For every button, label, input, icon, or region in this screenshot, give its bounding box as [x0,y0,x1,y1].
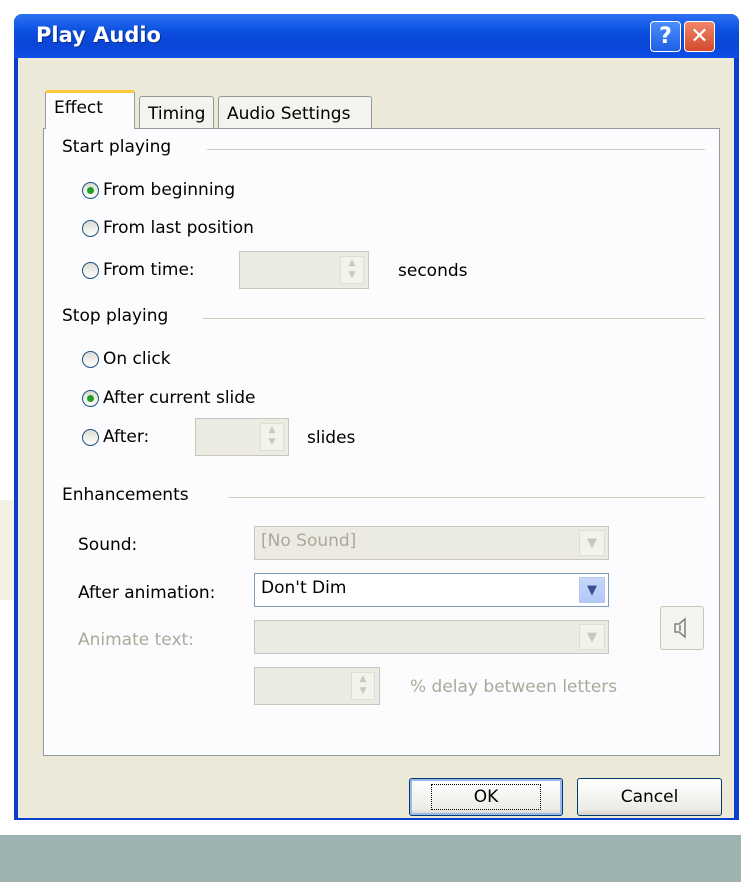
after-animation-value: Don't Dim [261,578,347,598]
chevron-down-icon[interactable]: ▼ [579,624,605,650]
ok-label: OK [430,784,542,810]
radio-label: After current slide [103,388,256,408]
sound-label: Sound: [78,535,138,555]
divider [228,497,705,498]
stop-playing-heading: Stop playing [62,306,169,326]
close-icon[interactable]: ✕ [684,21,715,52]
start-playing-heading: Start playing [62,137,172,157]
after-animation-dropdown[interactable]: Don't Dim ▼ [254,573,609,607]
sound-value: [No Sound] [261,531,357,551]
dialog-client-area: Timing Audio Settings Effect Start playi… [18,58,734,818]
tab-label: Timing [148,104,206,124]
radio-icon [82,350,99,368]
divider [207,149,705,150]
speaker-button[interactable] [660,606,704,650]
cancel-label: Cancel [620,787,679,807]
dialog-title: Play Audio [36,23,161,47]
speaker-icon [674,617,686,639]
radio-from-last-position[interactable]: From last position [82,218,254,238]
divider [203,318,705,319]
background-status-bar [0,835,741,882]
sound-dropdown[interactable]: [No Sound] ▼ [254,526,609,560]
spinner-arrows-icon[interactable]: ▲ ▼ [340,256,364,284]
slides-label: slides [307,428,356,448]
ok-button[interactable]: OK [409,778,563,816]
radio-selected-icon [82,181,99,199]
radio-label: From time: [103,260,195,280]
radio-from-beginning[interactable]: From beginning [82,180,235,200]
radio-icon [82,428,99,446]
tab-timing[interactable]: Timing [139,96,214,130]
effect-tab-panel: Start playing From beginning From last p… [43,128,720,756]
tab-audio-settings[interactable]: Audio Settings [218,96,372,130]
help-icon[interactable]: ? [650,21,681,52]
chevron-down-icon[interactable]: ▼ [579,577,605,603]
delay-label: % delay between letters [410,677,618,697]
delay-spinner[interactable]: ▲ ▼ [254,667,380,705]
animate-text-dropdown[interactable]: ▼ [254,620,609,654]
enhancements-heading: Enhancements [62,485,189,505]
tab-effect[interactable]: Effect [45,90,135,129]
radio-on-click[interactable]: On click [82,349,171,369]
tab-label: Audio Settings [227,104,351,124]
after-animation-label: After animation: [78,583,216,603]
chevron-down-icon[interactable]: ▼ [579,530,605,556]
title-bar[interactable]: Play Audio ? ✕ [14,14,739,58]
tab-label: Effect [54,98,103,118]
radio-after[interactable]: After: [82,427,149,447]
radio-after-current-slide[interactable]: After current slide [82,388,256,408]
radio-label: On click [103,349,171,369]
animate-text-label: Animate text: [78,630,194,650]
spinner-arrows-icon[interactable]: ▲ ▼ [351,672,375,700]
radio-icon [82,219,99,237]
from-time-spinner[interactable]: ▲ ▼ [239,251,369,289]
cancel-button[interactable]: Cancel [577,778,722,816]
radio-icon [82,261,99,279]
radio-selected-icon [82,389,99,407]
radio-label: From beginning [103,180,236,200]
radio-from-time[interactable]: From time: [82,260,195,280]
seconds-label: seconds [398,261,468,281]
radio-label: After: [103,427,150,447]
after-slides-spinner[interactable]: ▲ ▼ [195,418,289,456]
play-audio-dialog: Play Audio ? ✕ Timing Audio Settings Eff… [14,14,739,820]
spinner-arrows-icon[interactable]: ▲ ▼ [260,423,284,451]
radio-label: From last position [103,218,254,238]
